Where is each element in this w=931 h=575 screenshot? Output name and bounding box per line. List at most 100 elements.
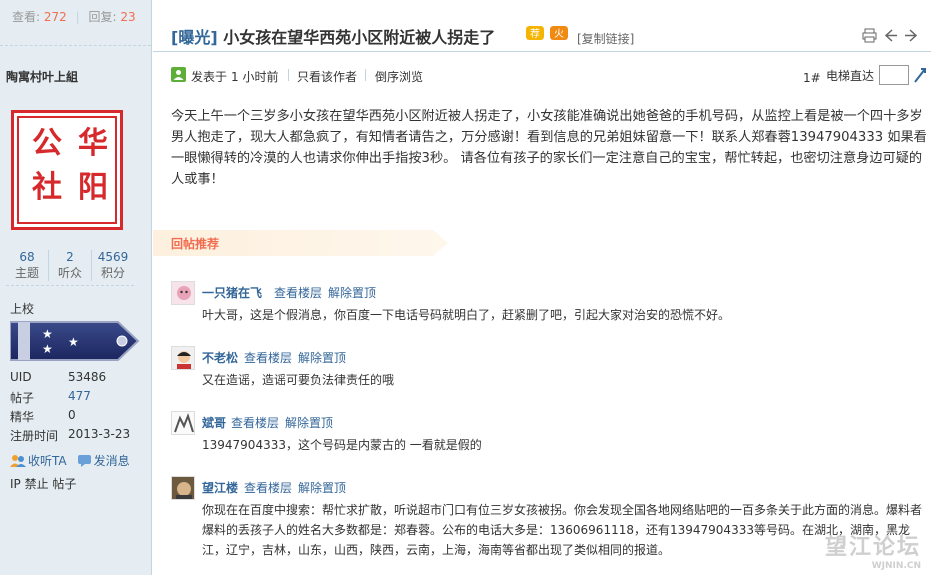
- online-status-icon: [171, 67, 186, 82]
- reply-text: 叶大哥，这是个假消息，你百度一下电话号码就明白了，赶紧删了吧，引起大家对治安的恐…: [202, 308, 731, 322]
- count-label: 积分: [100, 266, 125, 280]
- reply-author[interactable]: 一只猪在飞: [202, 284, 262, 301]
- reply-author[interactable]: 斌哥: [202, 414, 226, 431]
- thread-title-bar: [曝光] 小女孩在望华西苑小区附近被人拐走了 荐 火 [复制链接]: [153, 16, 931, 52]
- recommended-replies-header: 回帖推荐: [153, 230, 448, 256]
- watermark-main: 望江论坛: [824, 535, 921, 560]
- site-watermark: 望江论坛 WJNIN.CN: [825, 529, 921, 571]
- profile-key: 注册时间: [10, 429, 59, 443]
- profile-key: 帖子: [10, 391, 35, 405]
- hot-tag-icon: 火: [550, 26, 568, 40]
- thread-tools: [862, 28, 919, 43]
- goto-floor-button-icon[interactable]: [913, 67, 927, 83]
- message-icon: [77, 455, 91, 467]
- previous-thread-icon[interactable]: [883, 28, 898, 43]
- recommended-replies-label: 回帖推荐: [171, 237, 220, 251]
- reply-avatar[interactable]: [171, 476, 195, 500]
- floor-number: 1#: [803, 71, 821, 85]
- svg-text:★: ★: [42, 327, 53, 341]
- unpin-link[interactable]: 解除置顶: [328, 284, 376, 301]
- svg-text:荐: 荐: [530, 28, 540, 40]
- thread-title-text: 小女孩在望华西苑小区附近被人拐走了: [223, 28, 496, 47]
- author-sidebar: 查看: 272 | 回复: 23 陶寓村叶上組 公 华 社 阳 68 主题 2 …: [0, 0, 152, 575]
- view-floor-link[interactable]: 查看楼层: [231, 414, 279, 431]
- print-icon[interactable]: [862, 28, 877, 43]
- unpin-link[interactable]: 解除置顶: [298, 479, 346, 496]
- count-value: 2: [66, 250, 74, 264]
- author-profile: UID 53486 帖子 477 精华 0 注册时间 2013-3-23: [10, 370, 145, 446]
- reply-text: 13947904333，这个号码是内蒙古的 一看就是假的: [202, 438, 482, 452]
- profile-row: 帖子 477: [10, 389, 145, 408]
- author-actions: 收听TA 发消息: [10, 452, 130, 469]
- next-thread-icon[interactable]: [904, 28, 919, 43]
- reply-avatar[interactable]: [171, 411, 195, 435]
- only-author-link[interactable]: 只看该作者: [297, 68, 357, 85]
- count-listeners[interactable]: 2 听众: [49, 250, 92, 281]
- reverse-order-link[interactable]: 倒序浏览: [375, 68, 423, 85]
- avatar[interactable]: 公 华 社 阳: [11, 110, 123, 230]
- profile-value: 2013-3-23: [68, 427, 131, 441]
- count-label: 主题: [14, 266, 39, 280]
- watermark-sub: WJNIN.CN: [871, 561, 921, 571]
- replies-label: 回复:: [88, 10, 117, 24]
- views-label: 查看:: [12, 10, 41, 24]
- thread-category[interactable]: [曝光]: [171, 28, 218, 47]
- follow-label: 收听TA: [28, 454, 67, 468]
- view-floor-link[interactable]: 查看楼层: [244, 349, 292, 366]
- goto-floor-label: 电梯直达: [826, 69, 875, 83]
- post-content: 今天上午一个三岁多小女孩在望华西苑小区附近被人拐走了，小女孩能准确说出她爸爸的手…: [171, 109, 927, 187]
- posted-label: 发表于: [191, 70, 228, 84]
- meta-divider: [365, 69, 366, 81]
- avatar-char-1: 公: [32, 126, 62, 161]
- count-value: 4569: [97, 250, 129, 264]
- goto-floor-input[interactable]: [879, 65, 909, 85]
- meta-divider: [288, 69, 289, 81]
- post-meta-bar: 发表于 1 小时前 只看该作者 倒序浏览 1# 电梯直达: [171, 65, 926, 87]
- posted-time: 1 小时前: [231, 70, 279, 84]
- profile-key: UID: [10, 370, 32, 384]
- follow-button[interactable]: 收听TA: [10, 452, 67, 469]
- count-threads[interactable]: 68 主题: [6, 250, 49, 281]
- author-username[interactable]: 陶寓村叶上組: [6, 68, 78, 85]
- profile-value: 53486: [68, 370, 107, 384]
- count-label: 听众: [57, 266, 82, 280]
- ip-ban-link[interactable]: IP 禁止 帖子: [10, 475, 76, 492]
- replies-count: 23: [120, 10, 136, 24]
- profile-row: 注册时间 2013-3-23: [10, 427, 145, 446]
- reply-avatar[interactable]: [171, 346, 195, 370]
- rank-badge-icon: ★ ★ ★: [10, 321, 140, 361]
- avatar-char-2: 华: [78, 126, 108, 161]
- thread-stats: 查看: 272 | 回复: 23: [0, 0, 151, 46]
- reply-avatar[interactable]: [171, 281, 195, 305]
- view-floor-link[interactable]: 查看楼层: [244, 479, 292, 496]
- follow-icon: [10, 454, 26, 467]
- post-main: [曝光] 小女孩在望华西苑小区附近被人拐走了 荐 火 [复制链接] 发表于 1 …: [153, 0, 931, 575]
- count-points[interactable]: 4569 积分: [92, 250, 134, 281]
- reply-text: 又在造谣，造谣可要负法律责任的哦: [202, 373, 395, 387]
- count-value: 68: [19, 250, 35, 264]
- author-rank: 上校: [10, 302, 35, 316]
- profile-value[interactable]: 477: [68, 389, 91, 408]
- stats-divider: |: [75, 10, 80, 24]
- reply-text: 你现在在百度中搜索：帮忙求扩散，听说超市门口有位三岁女孩被拐。你会发现全国各地网…: [202, 503, 923, 557]
- view-floor-link[interactable]: 查看楼层: [274, 284, 322, 301]
- unpin-link[interactable]: 解除置顶: [298, 349, 346, 366]
- profile-key: 精华: [10, 410, 35, 424]
- recommend-tag-icon: 荐: [526, 26, 544, 40]
- reply-author[interactable]: 望江楼: [202, 479, 238, 496]
- thread-title: [曝光] 小女孩在望华西苑小区附近被人拐走了: [171, 24, 495, 48]
- profile-row: 精华 0: [10, 408, 145, 427]
- reply-author[interactable]: 不老松: [202, 349, 238, 366]
- svg-text:★: ★: [42, 342, 53, 356]
- unpin-link[interactable]: 解除置顶: [285, 414, 333, 431]
- svg-text:★: ★: [68, 335, 79, 349]
- svg-text:火: 火: [554, 28, 564, 40]
- profile-row: UID 53486: [10, 370, 145, 389]
- views-count: 272: [43, 10, 67, 24]
- profile-value: 0: [68, 408, 76, 422]
- message-label: 发消息: [93, 454, 130, 468]
- author-counts: 68 主题 2 听众 4569 积分: [6, 250, 134, 286]
- copy-link-button[interactable]: [复制链接]: [577, 30, 634, 47]
- avatar-char-3: 社: [32, 170, 62, 205]
- send-message-button[interactable]: 发消息: [77, 452, 130, 469]
